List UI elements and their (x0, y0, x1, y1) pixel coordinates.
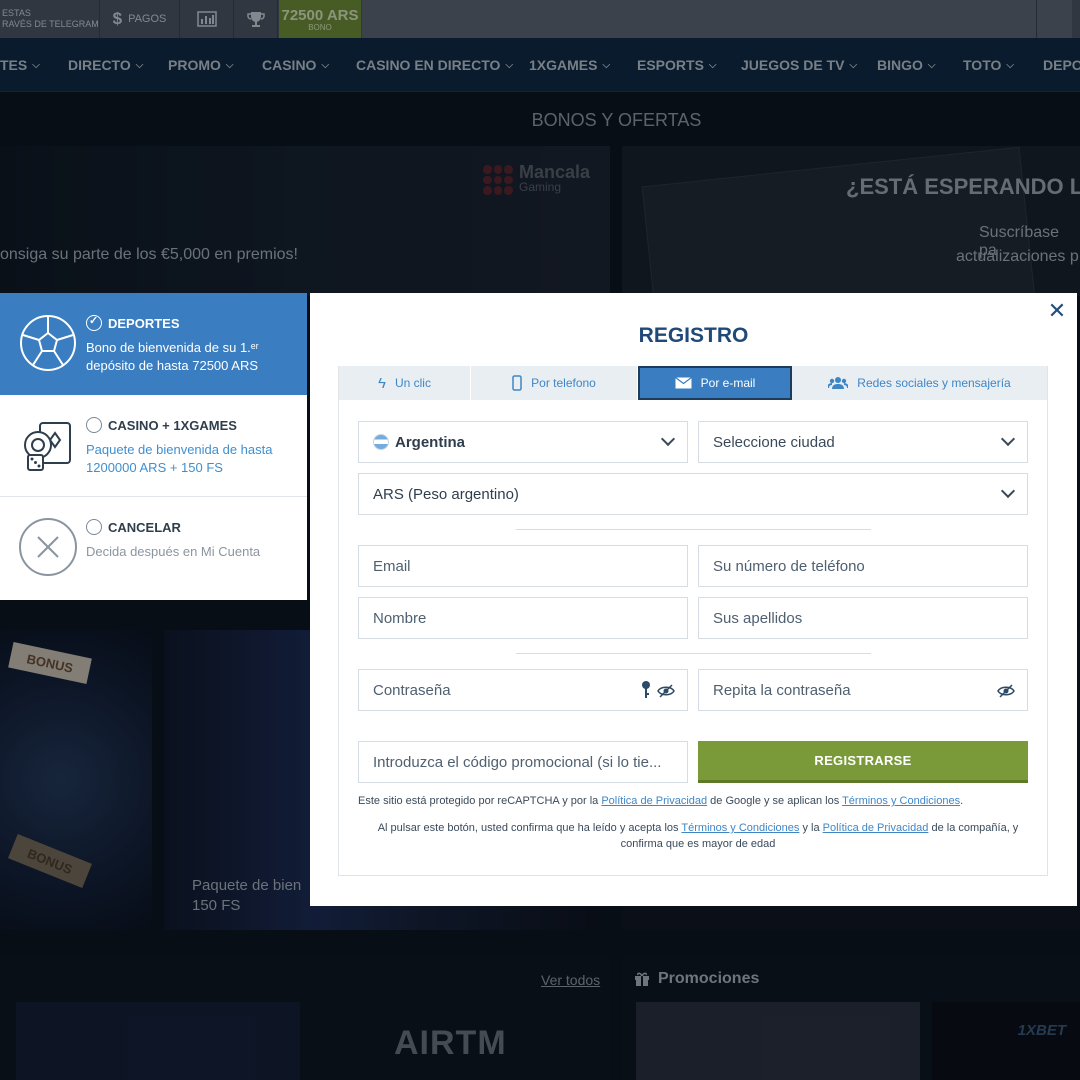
close-icon[interactable]: ✕ (1046, 300, 1068, 322)
users-icon (828, 377, 849, 389)
currency-value: ARS (Peso argentino) (373, 485, 519, 503)
email-placeholder: Email (373, 557, 411, 575)
phone-placeholder: Su número de teléfono (713, 557, 865, 575)
bonus-option-desc: Bono de bienvenida de su 1.ᵉʳ depósito d… (86, 340, 259, 373)
chevron-down-icon (660, 431, 676, 447)
radio-icon[interactable] (86, 519, 102, 535)
bonus-option-desc: Paquete de bienvenida de hasta 1200000 A… (86, 442, 273, 475)
bonus-option-title: CASINO + 1XGAMES (86, 417, 237, 433)
tab-redes-sociales[interactable]: Redes sociales y mensajería (792, 366, 1047, 400)
bonus-option-deportes[interactable]: DEPORTES Bono de bienvenida de su 1.ᵉʳ d… (0, 293, 307, 395)
repeat-password-placeholder: Repita la contraseña (713, 681, 851, 699)
cancel-circle-icon (19, 518, 77, 576)
tab-label: Por telefono (531, 376, 596, 390)
currency-select[interactable]: ARS (Peso argentino) (358, 473, 1028, 515)
repeat-password-field[interactable]: Repita la contraseña (698, 669, 1028, 711)
legal-text: y la (799, 822, 823, 834)
surname-field[interactable]: Sus apellidos (698, 597, 1028, 639)
eye-slash-icon[interactable] (657, 682, 675, 700)
legal-text: Al pulsar este botón, usted confirma que… (377, 822, 682, 834)
eye-slash-icon[interactable] (997, 682, 1015, 700)
bonus-option-title-text: CANCELAR (108, 519, 181, 535)
phone-icon (512, 375, 522, 391)
tab-por-telefono[interactable]: Por telefono (471, 366, 638, 400)
casino-cards-icon (24, 422, 71, 471)
legal-text: . (960, 795, 964, 807)
country-select[interactable]: Argentina (358, 421, 688, 463)
bonus-option-title: CANCELAR (86, 519, 181, 535)
tab-label: Un clic (394, 376, 431, 390)
bonus-option-cancelar[interactable]: CANCELAR Decida después en Mi Cuenta (0, 497, 307, 599)
radio-icon[interactable] (86, 417, 102, 433)
legal-text: Este sitio está protegido por reCAPTCHA … (358, 795, 602, 807)
name-field[interactable]: Nombre (358, 597, 688, 639)
key-icon[interactable] (641, 680, 651, 700)
bonus-option-title: DEPORTES (86, 314, 180, 331)
terms-link[interactable]: Términos y Condiciones (842, 795, 960, 807)
password-field[interactable]: Contraseña (358, 669, 688, 711)
registration-tabs: ϟ Un clic Por telefono Por e-mail Redes s… (339, 366, 1047, 400)
modal-title: REGISTRO (638, 324, 749, 347)
argentina-flag-icon (373, 434, 389, 450)
tab-label: Por e-mail (700, 376, 756, 390)
bonus-selection-panel: DEPORTES Bono de bienvenida de su 1.ᵉʳ d… (0, 293, 307, 600)
terms-notice: Al pulsar este botón, usted confirma que… (358, 820, 1038, 852)
surname-placeholder: Sus apellidos (713, 609, 803, 627)
promo-placeholder: Introduzca el código promocional (si lo … (373, 753, 662, 771)
tab-label: Redes sociales y mensajería (857, 376, 1011, 390)
lightning-icon: ϟ (378, 374, 386, 392)
email-field[interactable]: Email (358, 545, 688, 587)
city-select[interactable]: Seleccione ciudad (698, 421, 1028, 463)
promo-code-field[interactable]: Introduzca el código promocional (si lo … (358, 741, 688, 783)
privacy-policy-link[interactable]: Política de Privacidad (601, 795, 707, 807)
tab-un-clic[interactable]: ϟ Un clic (339, 366, 471, 400)
recaptcha-notice: Este sitio está protegido por reCAPTCHA … (358, 794, 1048, 808)
phone-field[interactable]: Su número de teléfono (698, 545, 1028, 587)
password-placeholder: Contraseña (373, 681, 451, 699)
country-value: Argentina (395, 433, 466, 451)
tab-por-email[interactable]: Por e-mail (638, 366, 792, 400)
register-button[interactable]: REGISTRARSE (698, 741, 1028, 783)
soccer-ball-icon (20, 315, 76, 371)
chevron-down-icon (1000, 483, 1016, 499)
bonus-option-title-text: CASINO + 1XGAMES (108, 417, 237, 433)
city-placeholder: Seleccione ciudad (713, 433, 835, 451)
bonus-option-casino[interactable]: CASINO + 1XGAMES Paquete de bienvenida d… (0, 395, 307, 497)
divider (516, 653, 871, 654)
bonus-option-desc: Decida después en Mi Cuenta (86, 544, 261, 559)
legal-text: de Google y se aplican los (707, 795, 843, 807)
privacy-policy-link[interactable]: Política de Privacidad (823, 822, 929, 834)
divider (516, 529, 871, 530)
envelope-icon (674, 377, 692, 389)
name-placeholder: Nombre (373, 609, 427, 627)
bonus-option-title-text: DEPORTES (108, 315, 180, 331)
chevron-down-icon (1000, 431, 1016, 447)
radio-checked-icon[interactable] (86, 314, 102, 331)
terms-link[interactable]: Términos y Condiciones (681, 822, 799, 834)
